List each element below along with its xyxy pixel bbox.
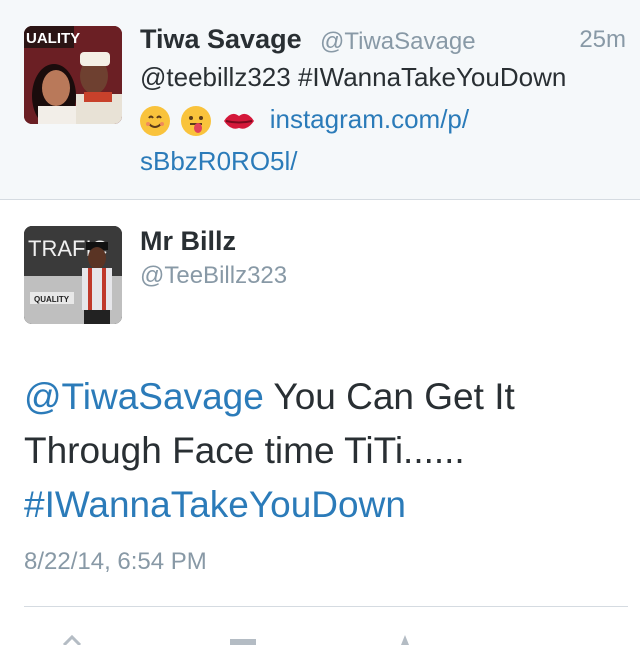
main-tweet-line2: Through Face time TiTi...... <box>24 430 465 471</box>
smiling-face-icon <box>140 106 170 137</box>
divider <box>24 606 628 607</box>
main-author-name[interactable]: Mr Billz <box>140 226 236 257</box>
avatar-photo: UALITY <box>24 26 122 124</box>
hashtag-link[interactable]: #IWannaTakeYouDown <box>298 62 566 92</box>
instagram-link-continued[interactable]: sBbzR0RO5l/ <box>140 142 298 180</box>
main-mention-link[interactable]: @TiwaSavage <box>24 376 264 417</box>
tweet-text-line1: @teebillz323 #IWannaTakeYouDown <box>140 58 566 96</box>
reply-icon[interactable] <box>60 628 84 647</box>
instagram-link[interactable]: instagram.com/p/ <box>270 104 469 134</box>
mention-link[interactable]: @teebillz323 <box>140 62 291 92</box>
avatar-quality-sign: QUALITY <box>34 295 70 304</box>
tongue-face-icon <box>181 106 212 137</box>
retweet-icon[interactable] <box>228 628 258 645</box>
main-tweet-line1: @TiwaSavage You Can Get It <box>24 370 624 424</box>
main-tweet-text: @TiwaSavage You Can Get It Through Face … <box>24 370 624 532</box>
tweet-timestamp: 8/22/14, 6:54 PM <box>24 548 207 575</box>
main-author-handle[interactable]: @TeeBillz323 <box>140 262 287 290</box>
mr-billz-avatar[interactable]: TRAFIC QUALITY <box>24 226 122 324</box>
favorite-icon[interactable] <box>395 628 415 645</box>
main-text-part1: You Can Get It <box>263 376 515 417</box>
avatar-photo-2: TRAFIC QUALITY <box>24 226 122 324</box>
kiss-lips-icon <box>222 106 255 136</box>
tweet-author-handle[interactable]: @TiwaSavage <box>320 28 476 56</box>
tweet-text-line2: instagram.com/p/ <box>140 100 469 138</box>
tweet-author-name[interactable]: Tiwa Savage <box>140 24 302 55</box>
main-hashtag-link[interactable]: #IWannaTakeYouDown <box>24 478 624 532</box>
tiwa-savage-avatar[interactable]: UALITY <box>24 26 122 124</box>
avatar-quality-label: UALITY <box>26 30 80 47</box>
previous-tweet[interactable]: UALITY Tiwa Savage @TiwaSavage 25m @teeb… <box>0 0 640 200</box>
tweet-time: 25m <box>579 26 626 53</box>
